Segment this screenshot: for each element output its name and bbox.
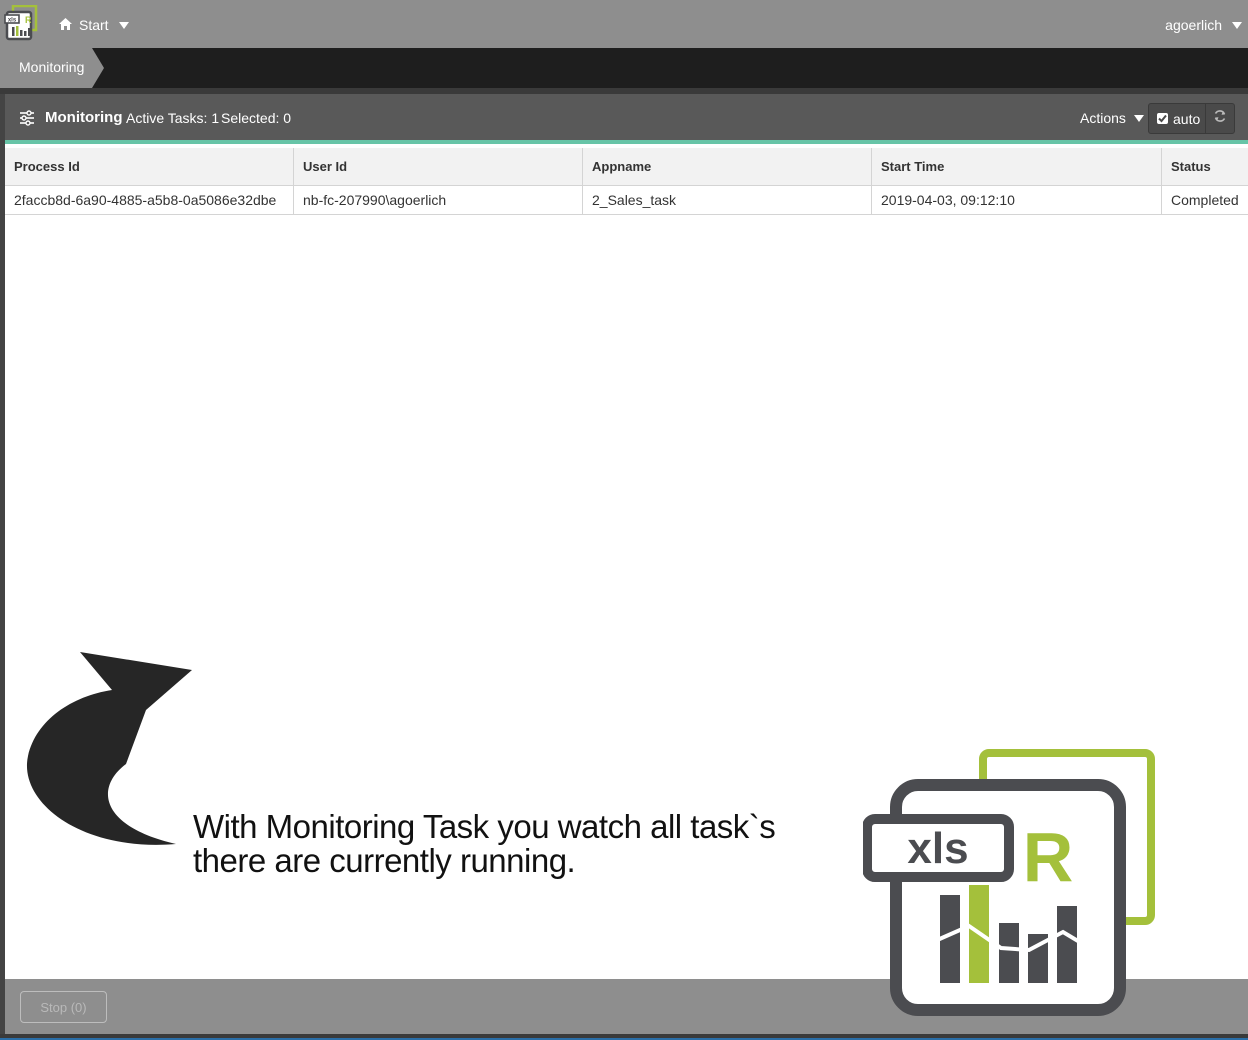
breadcrumb-label: Monitoring: [19, 59, 85, 75]
home-icon: [58, 17, 73, 34]
cell-status: Completed: [1171, 192, 1239, 208]
checkbox-checked-icon: [1157, 113, 1168, 124]
table-row[interactable]: 2faccb8d-6a90-4885-a5b8-0a5086e32dbe nb-…: [5, 186, 1248, 215]
cell-user-id: nb-fc-207990\agoerlich: [294, 186, 583, 214]
stop-button[interactable]: Stop (0): [20, 991, 107, 1023]
active-tasks-count: Active Tasks: 1: [126, 110, 220, 126]
breadcrumb: Monitoring: [0, 48, 1248, 88]
auto-label: auto: [1173, 110, 1201, 127]
divider: [0, 1034, 1248, 1040]
breadcrumb-item-monitoring[interactable]: Monitoring: [0, 48, 104, 88]
refresh-icon: [1213, 109, 1227, 128]
annotation-caption: With Monitoring Task you watch all task`…: [193, 810, 833, 878]
column-header-appname[interactable]: Appname: [583, 148, 872, 185]
logo-xls-text: xls: [907, 824, 968, 873]
xlsr-logo: xls R: [862, 748, 1159, 1023]
column-header-user-id[interactable]: User Id: [294, 148, 583, 185]
refresh-button[interactable]: [1206, 104, 1234, 133]
actions-dropdown[interactable]: Actions: [1080, 110, 1144, 126]
chevron-down-icon: [118, 21, 129, 29]
svg-text:R: R: [25, 15, 32, 25]
auto-refresh-group: auto: [1148, 103, 1235, 134]
cell-process-id: 2faccb8d-6a90-4885-a5b8-0a5086e32dbe: [5, 186, 294, 214]
caption-line-2: there are currently running.: [193, 842, 576, 879]
start-menu-button[interactable]: Start: [58, 14, 129, 36]
cell-appname: 2_Sales_task: [583, 186, 872, 214]
column-header-start-time[interactable]: Start Time: [872, 148, 1162, 185]
logo-r-text: R: [1023, 818, 1074, 896]
table-header: Process Id User Id Appname Start Time St…: [5, 148, 1248, 186]
user-name: agoerlich: [1165, 17, 1222, 33]
chevron-down-icon: [1232, 21, 1242, 29]
auto-refresh-toggle[interactable]: auto: [1149, 104, 1206, 133]
chevron-down-icon: [1133, 114, 1144, 122]
sliders-icon: [19, 110, 35, 131]
column-header-status[interactable]: Status: [1162, 148, 1248, 185]
page-title: Monitoring: [45, 109, 123, 126]
svg-text:xls: xls: [8, 18, 17, 24]
actions-label: Actions: [1080, 110, 1126, 126]
caption-line-1: With Monitoring Task you watch all task`…: [193, 808, 776, 845]
xlsr-app-icon[interactable]: xls R: [4, 4, 38, 41]
panel-header: Monitoring Active Tasks: 1 Selected: 0 A…: [5, 94, 1248, 144]
top-bar: xls R Start agoerlich: [0, 0, 1248, 48]
column-header-process-id[interactable]: Process Id: [5, 148, 294, 185]
start-label: Start: [79, 17, 109, 33]
cell-start-time: 2019-04-03, 09:12:10: [872, 186, 1162, 214]
selected-count: Selected: 0: [221, 110, 292, 126]
curved-arrow-icon: [26, 652, 196, 852]
user-menu-button[interactable]: agoerlich: [1165, 14, 1242, 36]
tasks-table: Process Id User Id Appname Start Time St…: [5, 148, 1248, 215]
